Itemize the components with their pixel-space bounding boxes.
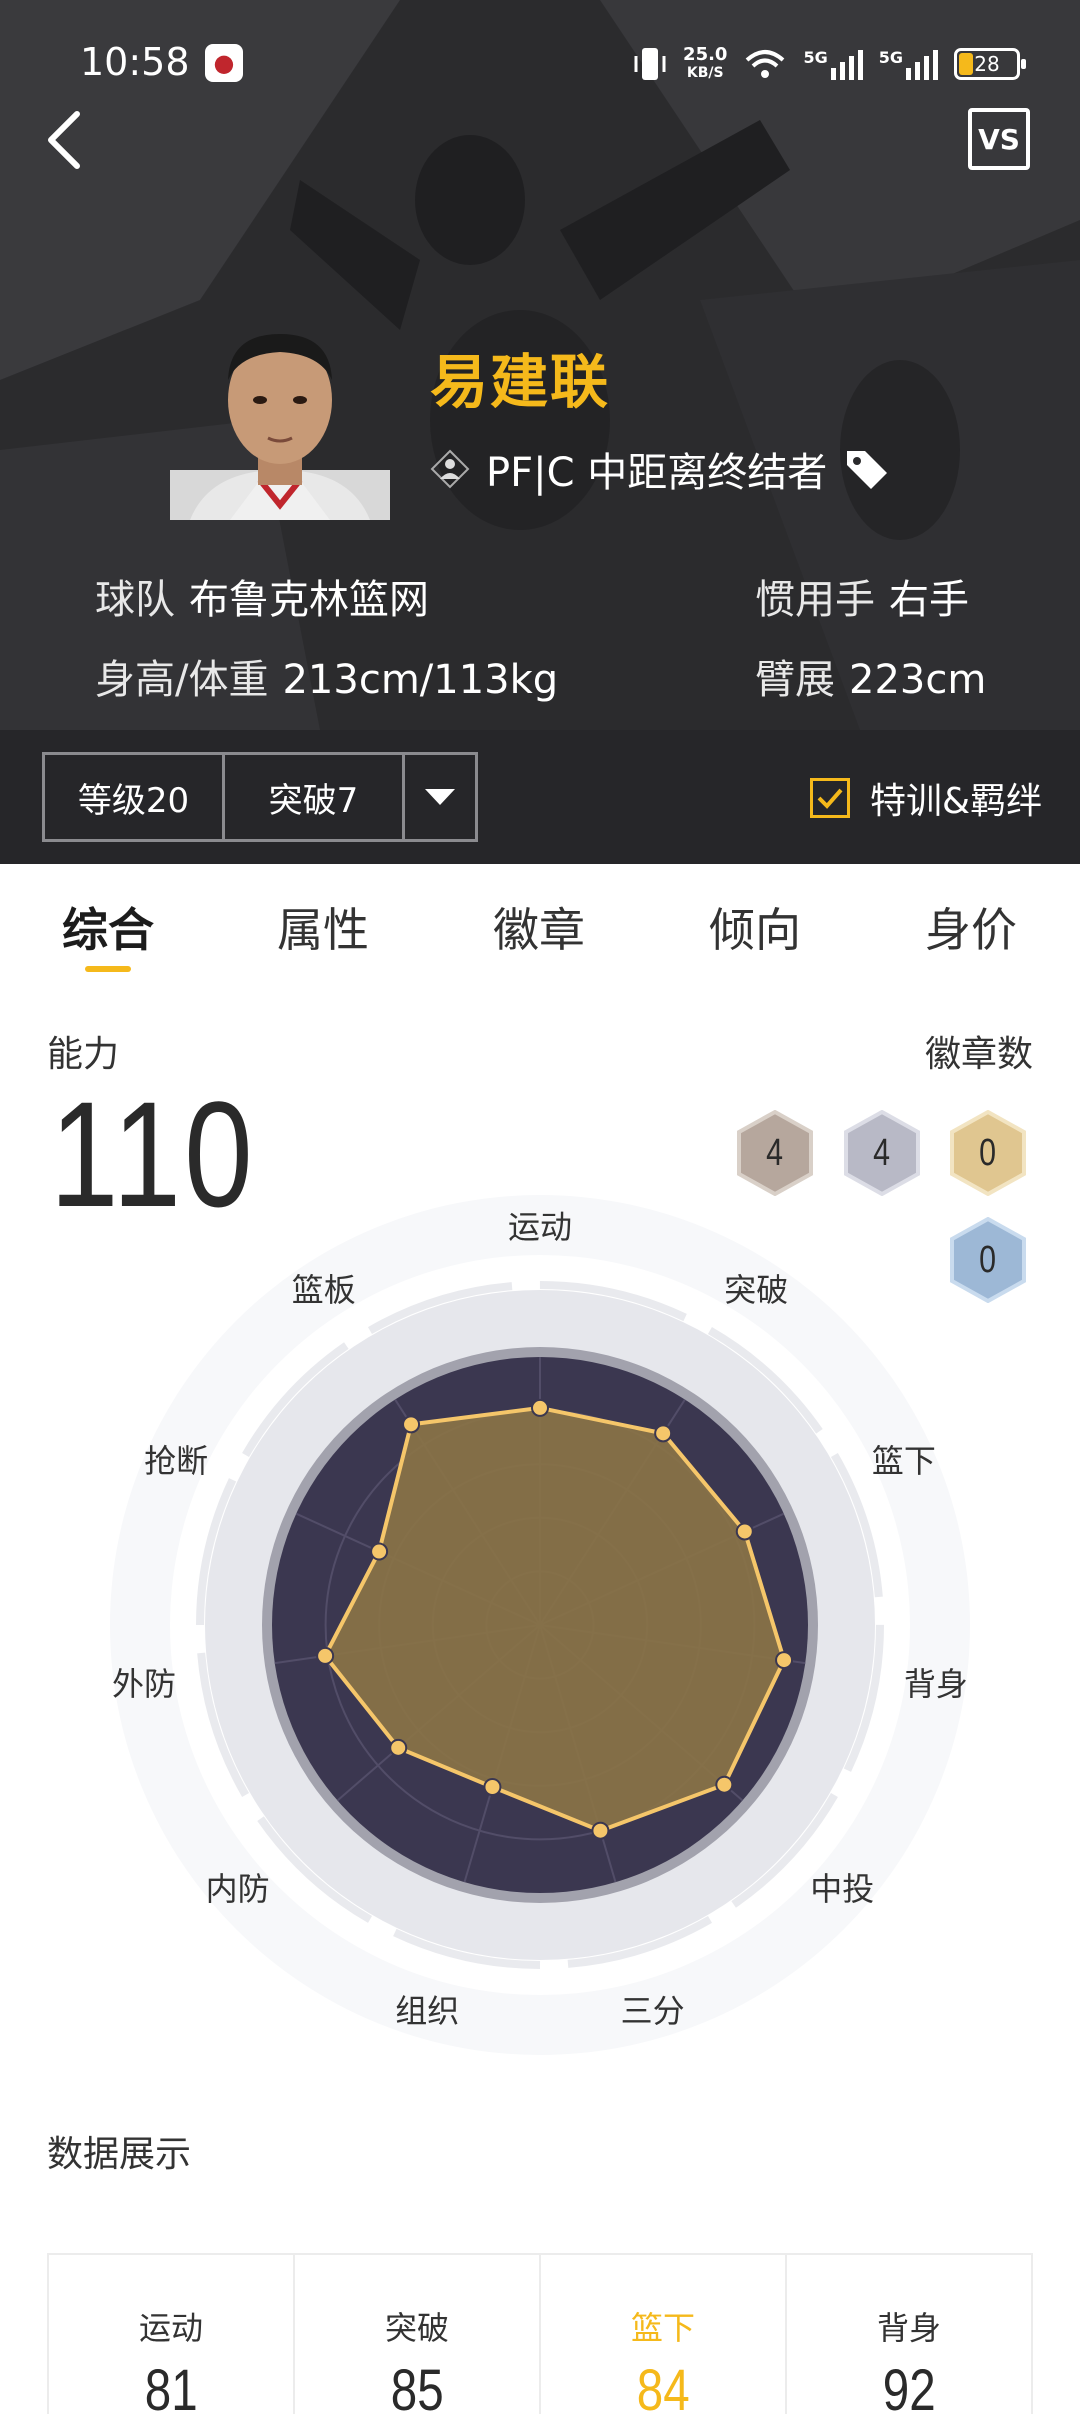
signal-2-icon: 5G bbox=[879, 48, 938, 80]
attribute-radar-chart: 运动突破篮下背身中投三分 组织 内防 外防 抢断 篮板 bbox=[0, 1180, 1080, 2080]
team-row: 球队 布鲁克林篮网 bbox=[95, 560, 558, 640]
battery-icon: 28 bbox=[954, 48, 1026, 80]
stat-cell[interactable]: 突破 85 bbox=[295, 2255, 541, 2414]
status-time: 10:58 bbox=[80, 40, 190, 84]
height-weight-value: 213cm/113kg bbox=[282, 657, 559, 703]
stat-cell[interactable]: 背身 92 bbox=[787, 2255, 1031, 2414]
tab-overview[interactable]: 综合 bbox=[62, 894, 154, 960]
radar-axis-label: 中投 bbox=[810, 1869, 875, 1908]
net-speed-value: 25.0 bbox=[683, 44, 728, 65]
radar-data-point bbox=[316, 1646, 335, 1665]
level-selector[interactable]: 等级20 突破7 bbox=[42, 752, 478, 842]
player-avatar bbox=[170, 320, 390, 520]
radar-data-point bbox=[775, 1651, 794, 1670]
wingspan-label: 臂展 bbox=[755, 657, 835, 703]
active-tab-indicator bbox=[85, 966, 131, 972]
badge-silver-count: 4 bbox=[873, 1131, 891, 1174]
badge-bronze-count: 4 bbox=[766, 1131, 784, 1174]
signal-2-label: 5G bbox=[878, 48, 903, 67]
position-role-text: PF|C 中距离终结者 bbox=[486, 450, 828, 496]
tag-icon[interactable] bbox=[843, 447, 893, 491]
wingspan-row: 臂展 223cm bbox=[755, 640, 986, 720]
radar-data-point bbox=[591, 1821, 610, 1840]
stats-grid: 运动 81 突破 85 篮下 84 背身 92 bbox=[47, 2253, 1033, 2414]
level-value[interactable]: 等级20 bbox=[45, 755, 225, 839]
team-label: 球队 bbox=[95, 577, 175, 623]
hand-row: 惯用手 右手 bbox=[755, 560, 986, 640]
player-info-left: 球队 布鲁克林篮网 身高/体重 213cm/113kg bbox=[95, 560, 558, 720]
player-header: 10:58 ● 25.0 KB/S 5G 5G 28 VS 易建联 PF|C 中… bbox=[0, 0, 1080, 730]
radar-data-point bbox=[654, 1424, 673, 1443]
radar-axis-label: 抢断 bbox=[144, 1441, 209, 1480]
radar-data-point bbox=[483, 1778, 502, 1797]
radar-axis-label: 背身 bbox=[903, 1664, 968, 1703]
radar-axis-label: 组织 bbox=[395, 1991, 460, 2030]
stat-value: 81 bbox=[144, 2358, 198, 2414]
radar-data-point bbox=[389, 1738, 408, 1757]
player-info-right: 惯用手 右手 臂展 223cm bbox=[755, 560, 986, 720]
radar-axis-label: 三分 bbox=[620, 1991, 685, 2030]
hand-label: 惯用手 bbox=[755, 577, 875, 623]
signal-1-icon: 5G bbox=[803, 48, 863, 80]
radar-data-point bbox=[531, 1398, 549, 1417]
stat-value: 85 bbox=[390, 2358, 444, 2414]
stat-value: 84 bbox=[636, 2358, 690, 2414]
radar-axis-label: 内防 bbox=[205, 1869, 270, 1908]
caret-down-icon bbox=[425, 789, 455, 805]
position-diamond-icon bbox=[430, 449, 470, 489]
battery-level: 28 bbox=[974, 52, 1000, 76]
hand-value: 右手 bbox=[889, 577, 969, 623]
radar-axis-label: 篮板 bbox=[291, 1271, 356, 1310]
notification-app-icon: ● bbox=[205, 44, 243, 82]
team-value: 布鲁克林篮网 bbox=[189, 577, 429, 623]
wingspan-value: 223cm bbox=[849, 657, 987, 703]
wifi-icon bbox=[746, 50, 785, 78]
badge-count-label: 徽章数 bbox=[924, 1034, 1033, 1075]
stat-name: 运动 bbox=[138, 2309, 203, 2347]
radar-data-point bbox=[735, 1522, 754, 1541]
checkmark-icon bbox=[817, 788, 843, 809]
tab-tendencies[interactable]: 倾向 bbox=[709, 894, 801, 960]
radar-data-point bbox=[370, 1542, 389, 1561]
stat-cell[interactable]: 运动 81 bbox=[49, 2255, 295, 2414]
net-speed-unit: KB/S bbox=[686, 65, 724, 81]
vs-compare-button[interactable]: VS bbox=[968, 108, 1030, 170]
radar-data-point bbox=[715, 1775, 734, 1794]
vibrate-icon bbox=[634, 48, 666, 80]
tab-value[interactable]: 身价 bbox=[925, 894, 1017, 960]
status-bar: 10:58 ● 25.0 KB/S 5G 5G 28 bbox=[0, 0, 1080, 130]
stat-cell-highlighted[interactable]: 篮下 84 bbox=[541, 2255, 787, 2414]
chevron-left-icon bbox=[48, 111, 80, 169]
stat-name: 突破 bbox=[384, 2309, 449, 2347]
height-weight-row: 身高/体重 213cm/113kg bbox=[95, 640, 558, 720]
level-dropdown-button[interactable] bbox=[405, 755, 475, 839]
tab-attributes[interactable]: 属性 bbox=[277, 894, 369, 960]
player-name: 易建联 bbox=[430, 348, 611, 416]
tab-badges[interactable]: 徽章 bbox=[493, 894, 585, 960]
status-indicators: 25.0 KB/S 5G 5G 28 bbox=[633, 42, 1026, 86]
special-training-label: 特训&羁绊 bbox=[870, 781, 1043, 822]
tab-bar: 综合 属性 徽章 倾向 身价 bbox=[0, 864, 1080, 984]
breakthrough-value[interactable]: 突破7 bbox=[225, 755, 405, 839]
stat-name: 背身 bbox=[876, 2309, 941, 2347]
net-speed: 25.0 KB/S bbox=[683, 46, 727, 82]
stat-name: 篮下 bbox=[630, 2309, 695, 2347]
back-button[interactable] bbox=[30, 100, 100, 180]
badge-gold-count: 0 bbox=[979, 1131, 997, 1174]
radar-axis-label: 突破 bbox=[724, 1271, 789, 1310]
signal-1-label: 5G bbox=[803, 48, 828, 67]
special-training-toggle[interactable]: 特训&羁绊 bbox=[810, 772, 1042, 824]
radar-data-point bbox=[402, 1415, 421, 1434]
radar-axis-label: 外防 bbox=[112, 1664, 177, 1703]
stats-section-title: 数据展示 bbox=[47, 2134, 192, 2175]
radar-axis-label: 篮下 bbox=[871, 1441, 936, 1480]
stat-value: 92 bbox=[882, 2358, 936, 2414]
player-position-role: PF|C 中距离终结者 bbox=[430, 440, 893, 498]
radar-svg bbox=[110, 1195, 970, 2055]
special-training-checkbox[interactable] bbox=[810, 778, 850, 818]
vs-label: VS bbox=[978, 122, 1020, 156]
height-weight-label: 身高/体重 bbox=[95, 657, 269, 703]
radar-axis-label: 运动 bbox=[507, 1208, 573, 1246]
